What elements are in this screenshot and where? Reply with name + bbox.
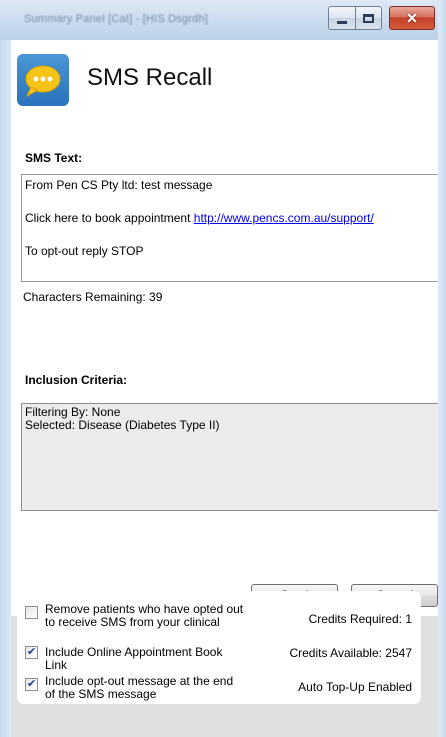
maximize-icon: [356, 7, 381, 29]
close-button[interactable]: ✕: [389, 6, 435, 30]
title-bar[interactable]: Summary Panel [Cat] - [HIS Dsgrdh] ✕: [0, 0, 446, 40]
sms-chat-bubble-icon: [17, 54, 69, 106]
sms-line-2: Click here to book appointment http://ww…: [25, 210, 437, 226]
app-title: SMS Recall: [87, 64, 213, 91]
sms-text-area[interactable]: From Pen CS Pty ltd: test message Click …: [21, 174, 441, 282]
close-icon: ✕: [406, 9, 418, 26]
credits-required: Credits Required: 1: [308, 612, 412, 626]
remove-opted-out-checkbox[interactable]: [25, 606, 38, 619]
sms-recall-window: Summary Panel [Cat] - [HIS Dsgrdh] ✕ SMS…: [0, 0, 446, 737]
sms-line-3: To opt-out reply STOP: [25, 244, 144, 258]
include-booking-link-label: Include Online Appointment Book Link: [45, 645, 223, 672]
inclusion-criteria-box: Filtering By: None Selected: Disease (Di…: [21, 403, 441, 511]
selected-criteria-text: Selected: Disease (Diabetes Type II): [25, 418, 220, 432]
remove-opted-out-label: Remove patients who have opted out to re…: [45, 602, 244, 629]
sms-line-1: From Pen CS Pty ltd: test message: [25, 178, 213, 192]
include-opt-out-label: Include opt-out message at the end of th…: [45, 674, 234, 701]
sms-line-2-text: Click here to book appointment: [25, 211, 194, 225]
include-booking-link-checkbox[interactable]: [25, 645, 38, 659]
sms-text-label: SMS Text:: [25, 151, 83, 165]
credits-available: Credits Available: 2547: [289, 646, 412, 660]
booking-link[interactable]: http://www.pencs.com.au/support/: [194, 211, 374, 225]
include-opt-out-checkbox[interactable]: [25, 677, 38, 691]
characters-remaining: Characters Remaining: 39: [23, 290, 163, 304]
window-title: Summary Panel [Cat] - [HIS Dsgrdh]: [24, 13, 209, 25]
sms-options-panel: Remove patients who have opted out to re…: [17, 591, 421, 704]
inclusion-criteria-label: Inclusion Criteria:: [25, 373, 128, 387]
auto-topup-status: Auto Top-Up Enabled: [298, 680, 412, 694]
minimize-button[interactable]: [328, 6, 356, 30]
minimize-icon: [329, 7, 355, 29]
maximize-button[interactable]: [355, 6, 382, 30]
